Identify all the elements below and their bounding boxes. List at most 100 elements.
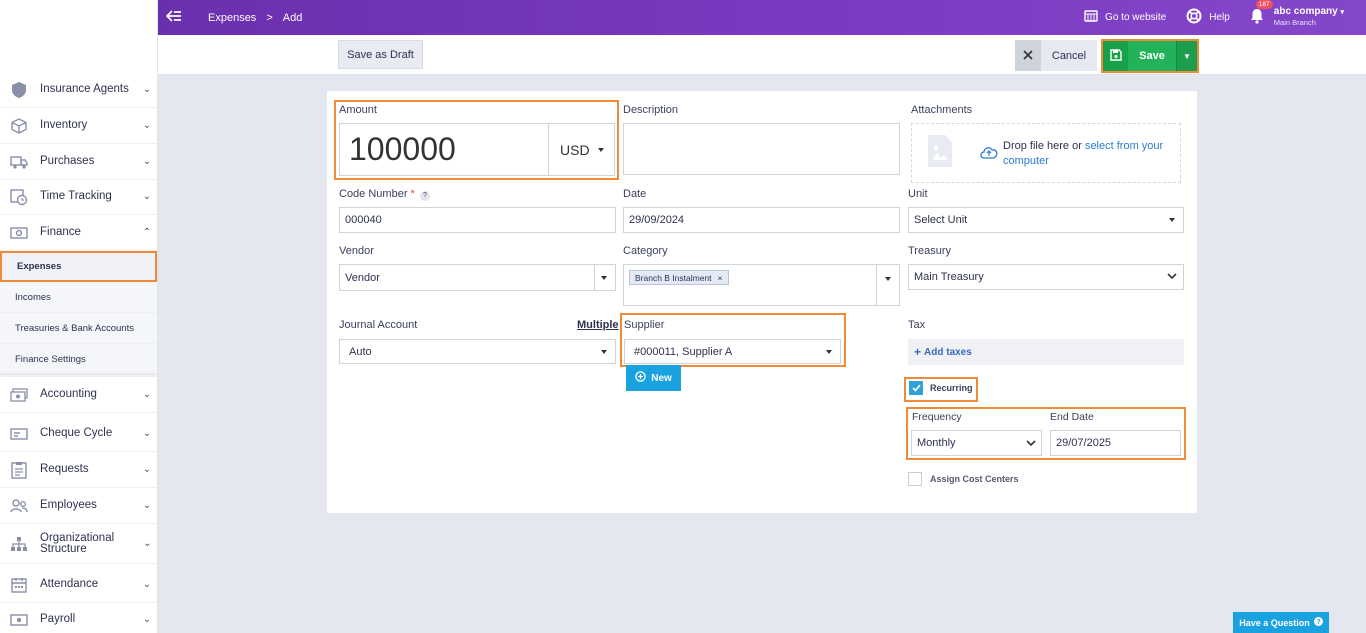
recurring-checkbox[interactable] bbox=[909, 381, 923, 395]
help-icon[interactable]: ? bbox=[419, 191, 430, 201]
cancel-x-button[interactable] bbox=[1015, 40, 1041, 71]
sidebar-item-requests[interactable]: Requests ⌄ bbox=[0, 452, 157, 488]
description-textarea[interactable] bbox=[623, 123, 900, 175]
chevron-down-icon: ⌄ bbox=[142, 156, 152, 167]
cost-centers-checkbox[interactable] bbox=[908, 472, 922, 486]
sidebar-item-purchases[interactable]: Purchases ⌄ bbox=[0, 144, 157, 180]
go-to-website-label: Go to website bbox=[1105, 12, 1167, 23]
amount-input[interactable]: 100000 bbox=[339, 123, 549, 176]
unit-select[interactable]: Select Unit bbox=[908, 207, 1184, 233]
sidebar-item-payroll[interactable]: Payroll ⌄ bbox=[0, 602, 157, 633]
close-icon bbox=[1023, 49, 1033, 63]
dropzone-text: Drop file here or select from your compu… bbox=[1003, 139, 1183, 169]
sidebar-item-cheque-cycle[interactable]: Cheque Cycle ⌄ bbox=[0, 416, 157, 452]
sidebar-item-label: Requests bbox=[40, 463, 89, 475]
category-label: Category bbox=[623, 245, 668, 257]
sidebar-item-accounting[interactable]: Accounting ⌄ bbox=[0, 377, 157, 413]
have-a-question-button[interactable]: Have a Question ? bbox=[1233, 612, 1329, 633]
sidebar-sub-treasuries[interactable]: Treasuries & Bank Accounts bbox=[0, 313, 157, 344]
select-divider bbox=[876, 265, 877, 305]
select-file-link-2[interactable]: computer bbox=[1003, 155, 1049, 167]
topbar: Expenses > Add Go to website Help 187 ab… bbox=[158, 0, 1366, 35]
journal-account-select[interactable]: Auto bbox=[339, 339, 616, 364]
sidebar-item-label: Inventory bbox=[40, 119, 88, 131]
sidebar-sub-label: Expenses bbox=[17, 261, 62, 272]
code-number-input[interactable]: 000040 bbox=[339, 207, 616, 233]
save-icon-button[interactable] bbox=[1103, 41, 1128, 71]
calendar-icon bbox=[10, 576, 28, 594]
sidebar-item-time-tracking[interactable]: Time Tracking ⌄ bbox=[0, 179, 157, 215]
breadcrumb-section[interactable]: Expenses bbox=[208, 12, 256, 24]
money-icon bbox=[10, 386, 28, 404]
new-supplier-label: New bbox=[651, 372, 672, 384]
caret-down-icon: ▾ bbox=[1340, 9, 1344, 16]
unit-label: Unit bbox=[908, 188, 928, 200]
help-link[interactable]: Help bbox=[1186, 8, 1230, 27]
multiple-link[interactable]: Multiple bbox=[577, 319, 619, 331]
vendor-label: Vendor bbox=[339, 245, 374, 257]
caret-down-icon bbox=[1169, 218, 1175, 222]
sidebar-sub-incomes[interactable]: Incomes bbox=[0, 282, 157, 313]
caret-down-icon bbox=[826, 349, 832, 354]
frequency-select[interactable]: Monthly bbox=[911, 430, 1042, 456]
breadcrumb: Expenses > Add bbox=[208, 12, 302, 24]
lifebuoy-icon bbox=[1186, 8, 1209, 27]
sidebar-item-attendance[interactable]: Attendance ⌄ bbox=[0, 567, 157, 603]
cheque-icon bbox=[10, 425, 28, 443]
description-label: Description bbox=[623, 104, 679, 116]
sidebar-sub-expenses[interactable]: Expenses bbox=[0, 251, 157, 282]
notifications-button[interactable]: 187 bbox=[1250, 0, 1273, 27]
save-button[interactable]: Save bbox=[1128, 41, 1176, 71]
attachment-dropzone[interactable]: Drop file here or select from your compu… bbox=[911, 123, 1181, 183]
frequency-label: Frequency bbox=[912, 411, 962, 423]
breadcrumb-page: Add bbox=[282, 11, 303, 24]
sidebar-sub-finance-settings[interactable]: Finance Settings bbox=[0, 344, 157, 375]
sidebar-item-label: Accounting bbox=[40, 388, 97, 400]
tax-label: Tax bbox=[908, 319, 926, 331]
tag-remove-icon[interactable]: × bbox=[718, 273, 723, 283]
cash-icon bbox=[10, 224, 28, 242]
supplier-select[interactable]: #000011, Supplier A bbox=[624, 339, 841, 364]
company-switcher[interactable]: abc company ▾ Main Branch bbox=[1274, 7, 1344, 28]
action-bar: Save as Draft Cancel Save ▼ bbox=[158, 35, 1366, 75]
category-multiselect[interactable]: Branch B Instalment × bbox=[623, 264, 900, 306]
sidebar-item-employees[interactable]: Employees ⌄ bbox=[0, 488, 157, 524]
currency-select[interactable]: USD bbox=[548, 123, 615, 176]
supplier-label: Supplier bbox=[624, 319, 665, 331]
required-marker: * bbox=[410, 188, 415, 200]
frequency-value: Monthly bbox=[917, 437, 956, 449]
sidebar-item-inventory[interactable]: Inventory ⌄ bbox=[0, 108, 157, 144]
journal-account-label: Journal Account bbox=[339, 319, 418, 331]
have-a-question-label: Have a Question bbox=[1239, 617, 1310, 628]
save-dropdown-button[interactable]: ▼ bbox=[1176, 41, 1197, 71]
caret-down-icon: ▼ bbox=[1183, 51, 1191, 61]
help-label: Help bbox=[1209, 12, 1230, 23]
truck-icon bbox=[10, 153, 28, 171]
vendor-select[interactable]: Vendor bbox=[339, 264, 616, 291]
end-date-input[interactable]: 29/07/2025 bbox=[1050, 430, 1181, 456]
chevron-down-icon bbox=[1167, 271, 1177, 283]
save-as-draft-button[interactable]: Save as Draft bbox=[338, 40, 423, 69]
company-name: abc company bbox=[1273, 6, 1338, 17]
cost-centers-label: Assign Cost Centers bbox=[930, 474, 1019, 484]
sidebar-item-finance[interactable]: Finance ⌃ bbox=[0, 215, 157, 251]
cancel-button[interactable]: Cancel bbox=[1041, 40, 1097, 71]
box-icon bbox=[10, 117, 28, 135]
sidebar-item-label: Payroll bbox=[40, 613, 76, 625]
treasury-select[interactable]: Main Treasury bbox=[908, 264, 1184, 290]
chevron-down-icon: ⌄ bbox=[142, 464, 152, 475]
select-divider bbox=[594, 265, 595, 290]
org-icon bbox=[10, 535, 28, 553]
expense-form-card: Amount 100000 USD Description Attachment… bbox=[327, 91, 1197, 513]
menu-toggle-button[interactable] bbox=[158, 0, 190, 35]
go-to-website-link[interactable]: Go to website bbox=[1084, 10, 1166, 25]
sidebar-item-insurance-agents[interactable]: Insurance Agents ⌄ bbox=[0, 72, 157, 108]
select-file-link[interactable]: select from your bbox=[1085, 140, 1163, 152]
add-taxes-button[interactable]: + Add taxes bbox=[908, 339, 1184, 365]
journal-account-value: Auto bbox=[349, 345, 372, 358]
attachments-label: Attachments bbox=[911, 104, 973, 116]
plus-icon: + bbox=[914, 345, 922, 359]
new-supplier-button[interactable]: New bbox=[626, 365, 681, 391]
date-input[interactable]: 29/09/2024 bbox=[623, 207, 900, 233]
sidebar-item-organizational-structure[interactable]: Organizational Structure ⌄ bbox=[0, 524, 157, 564]
